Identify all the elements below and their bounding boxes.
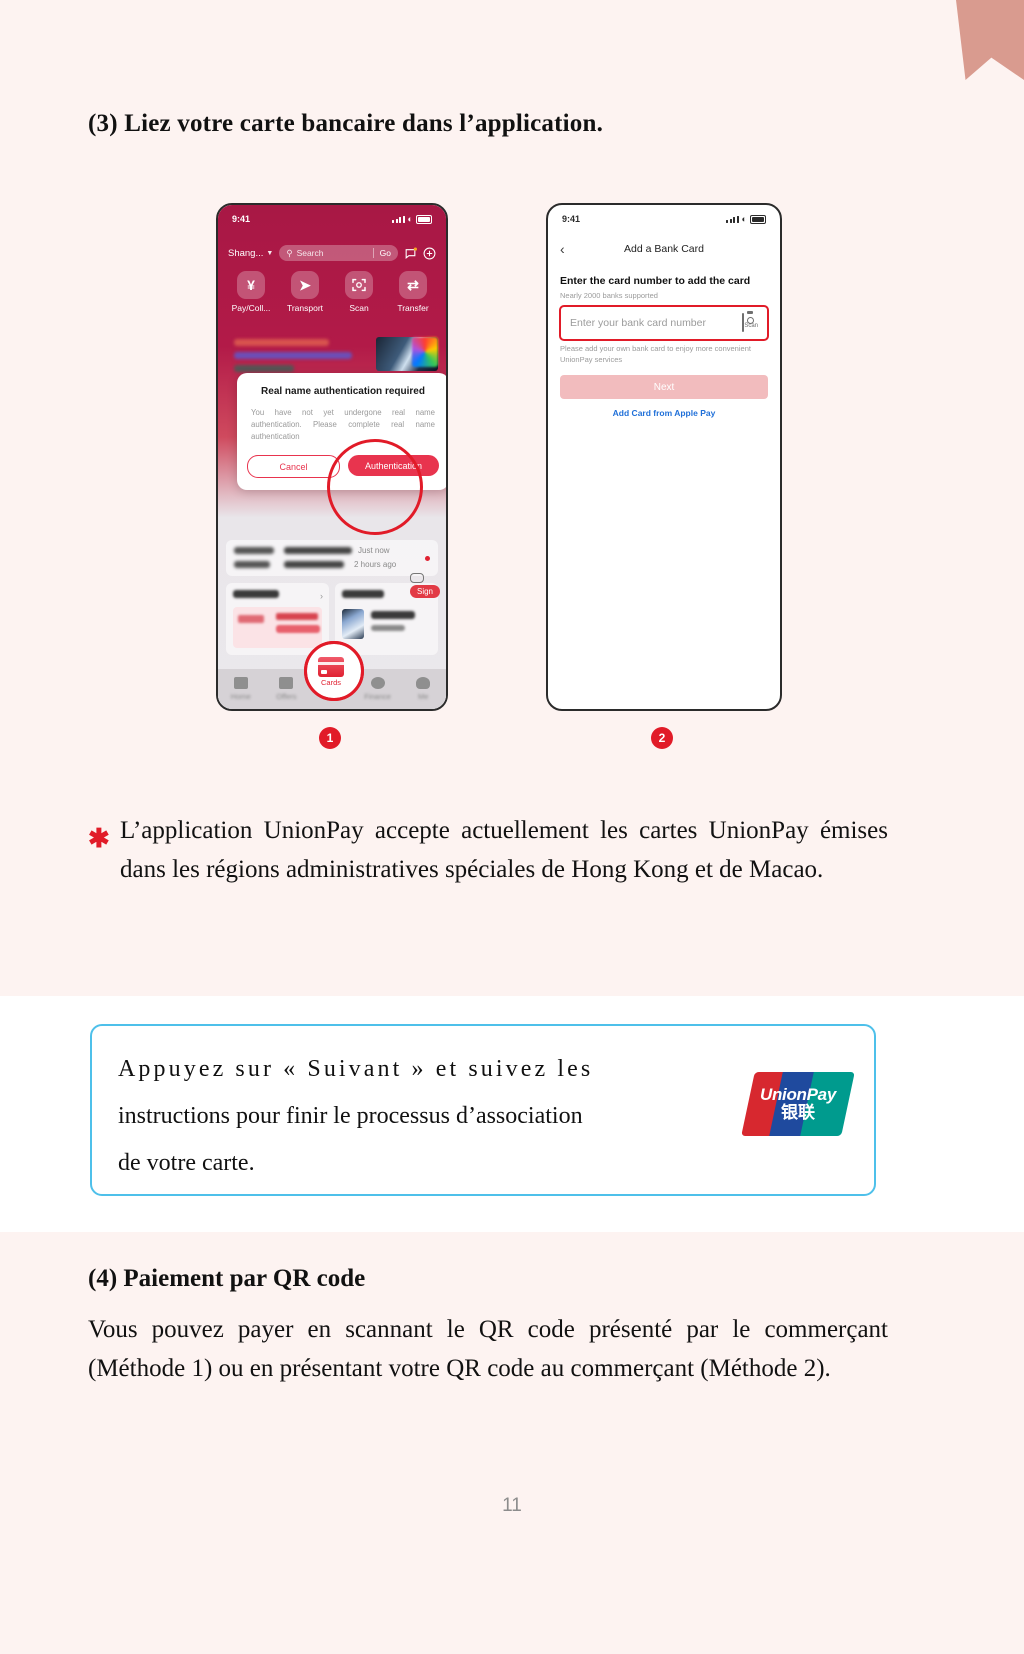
home-icon — [233, 677, 248, 689]
tab-label: Home — [230, 692, 251, 701]
signal-bars-icon — [392, 215, 405, 223]
page-root: (3) Liez votre carte bancaire dans l’app… — [0, 0, 1024, 1654]
form-heading: Enter the card number to add the card — [560, 275, 751, 287]
quick-action-transport[interactable]: ➤ Transport — [282, 271, 328, 313]
plus-circle-icon[interactable] — [423, 247, 436, 260]
unionpay-logo-en: UnionPay — [759, 1085, 836, 1105]
quick-action-transfer[interactable]: ⇄ Transfer — [390, 271, 436, 313]
phone1-promo-image-2 — [412, 337, 438, 367]
message-icon[interactable] — [404, 247, 417, 260]
tip-callout-text: Appuyez sur « Suivant » et suivez les in… — [118, 1046, 718, 1186]
signal-bars-icon — [726, 215, 739, 223]
phone1-tile-left[interactable]: › — [226, 583, 329, 655]
feed-time-1: Just now — [358, 546, 390, 555]
phone2-status-icons: ◐ — [726, 214, 766, 224]
asterisk-icon: ✱ — [88, 824, 110, 853]
chevron-down-icon: ▼ — [266, 249, 274, 257]
tab-label: Offers — [276, 692, 297, 701]
phone1-status-icons: ◐ — [392, 214, 432, 224]
tab-finance[interactable]: Finance — [358, 677, 398, 701]
step-marker-2: 2 — [651, 727, 673, 749]
wifi-icon: ◐ — [741, 214, 747, 224]
tab-me[interactable]: Me — [403, 677, 443, 701]
person-icon — [416, 677, 431, 689]
quick-action-label: Transport — [286, 303, 324, 313]
phone1-status-time: 9:41 — [232, 214, 251, 224]
tab-label: Finance — [364, 692, 391, 701]
sign-button[interactable]: Sign — [409, 585, 440, 598]
real-name-auth-modal: Real name authentication required You ha… — [237, 373, 446, 491]
wifi-icon: ◐ — [407, 214, 413, 224]
tip-line-1: Appuyez sur « Suivant » et suivez les — [118, 1056, 594, 1082]
tip-line-3: de votre carte. — [118, 1149, 255, 1176]
corner-decoration — [956, 0, 1024, 80]
phone2-status-time: 9:41 — [562, 214, 581, 224]
city-label: Shang... — [228, 247, 264, 259]
modal-body: You have not yet undergone real name aut… — [251, 408, 435, 442]
tab-offers[interactable]: Offers — [266, 677, 306, 701]
transfer-icon: ⇄ — [399, 271, 427, 299]
footnote-text: L’application UnionPay accepte actuellem… — [120, 817, 888, 883]
modal-cancel-button[interactable]: Cancel — [247, 455, 340, 479]
modal-buttons: Cancel Authentication — [247, 455, 439, 479]
scan-card-button[interactable]: Scan — [742, 313, 758, 332]
unionpay-logo: UnionPay 银联 — [741, 1072, 855, 1136]
quick-action-label: Transfer — [397, 303, 429, 313]
phone-mockup-1: 9:41 ◐ Shang... ▼ ⚲ Search Go ¥ Pay/Coll… — [216, 203, 448, 711]
cards-icon[interactable] — [318, 657, 344, 677]
battery-icon — [750, 214, 766, 224]
search-placeholder: Search — [296, 248, 324, 258]
tip-callout: Appuyez sur « Suivant » et suivez les in… — [90, 1024, 876, 1196]
feed-time-2: 2 hours ago — [354, 560, 397, 569]
battery-icon — [416, 214, 432, 224]
phone1-header-icons — [404, 247, 436, 260]
section-4-heading: (4) Paiement par QR code — [88, 1265, 366, 1292]
search-go-button[interactable]: Go — [372, 248, 391, 258]
search-input[interactable]: ⚲ Search Go — [279, 245, 398, 261]
phone1-quick-actions: ¥ Pay/Coll... ➤ Transport Scan ⇄ Transfe… — [218, 271, 446, 313]
tab-home[interactable]: Home — [221, 677, 261, 701]
search-icon: ⚲ — [286, 247, 293, 258]
phone2-status-bar: 9:41 ◐ — [548, 211, 780, 227]
add-card-apple-pay-link[interactable]: Add Card from Apple Pay — [560, 408, 768, 418]
pay-collect-icon: ¥ — [237, 271, 265, 299]
phone1-status-bar: 9:41 ◐ — [218, 211, 446, 227]
phone1-search-row: Shang... ▼ ⚲ Search Go — [218, 243, 446, 263]
bank-card-number-input[interactable]: Enter your bank card number Scan — [559, 305, 769, 341]
unionpay-logo-cn: 银联 — [781, 1103, 815, 1122]
phone2-nav-bar: ‹ Add a Bank Card — [548, 239, 780, 259]
next-button[interactable]: Next — [560, 375, 768, 399]
phone1-tile-right[interactable]: Sign — [335, 573, 440, 655]
city-selector[interactable]: Shang... ▼ — [228, 248, 273, 259]
form-subheading: Nearly 2000 banks supported — [560, 291, 658, 300]
input-placeholder: Enter your bank card number — [570, 317, 706, 329]
tip-line-2: instructions pour finir le processus d’a… — [118, 1102, 583, 1129]
scan-icon — [345, 271, 373, 299]
form-note: Please add your own bank card to enjoy m… — [560, 344, 751, 365]
quick-action-label: Scan — [349, 303, 369, 313]
phone1-notification-row[interactable]: Just now 2 hours ago — [226, 540, 438, 576]
section-3-heading: (3) Liez votre carte bancaire dans l’app… — [88, 110, 604, 137]
quick-action-scan[interactable]: Scan — [336, 271, 382, 313]
transport-icon: ➤ — [291, 271, 319, 299]
phone1-tiles: › Sign — [226, 573, 440, 655]
step-marker-1: 1 — [319, 727, 341, 749]
finance-icon — [370, 677, 385, 689]
phone2-page-title: Add a Bank Card — [624, 243, 704, 255]
cards-tab-label: Cards — [320, 678, 341, 687]
scan-label: Scan — [744, 323, 758, 329]
page-number: 11 — [502, 1495, 522, 1516]
section-4-body: Vous pouvez payer en scannant le QR code… — [88, 1316, 888, 1382]
modal-authentication-button[interactable]: Authentication — [348, 455, 439, 477]
phone-mockup-2: 9:41 ◐ ‹ Add a Bank Card Enter the card … — [546, 203, 782, 711]
footnote: ✱ L’application UnionPay accepte actuell… — [88, 812, 888, 890]
tab-label: Me — [417, 692, 429, 701]
quick-action-pay[interactable]: ¥ Pay/Coll... — [228, 271, 274, 313]
offers-icon — [279, 677, 294, 689]
quick-action-label: Pay/Coll... — [231, 303, 271, 313]
modal-title: Real name authentication required — [261, 386, 425, 397]
